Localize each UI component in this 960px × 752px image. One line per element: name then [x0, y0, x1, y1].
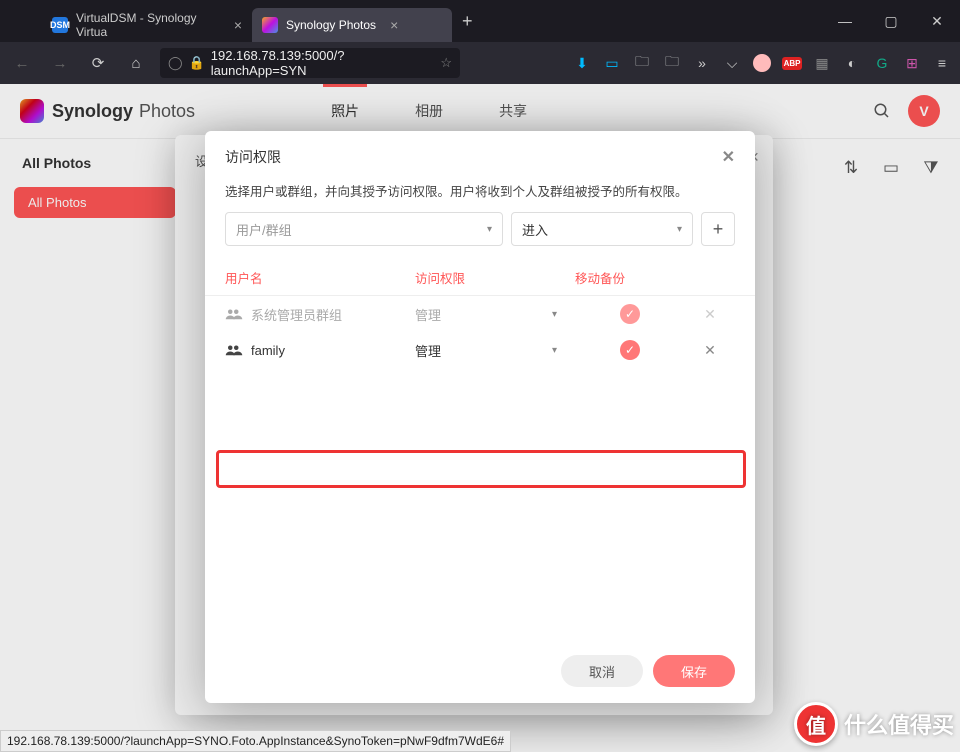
browser-toolbar: ← → ⟳ ⌂ ◯ 🔒 192.168.78.139:5000/?launchA… [0, 42, 960, 84]
backup-check-icon: ✓ [620, 304, 640, 324]
backup-check-icon[interactable]: ✓ [620, 340, 640, 360]
tab-title: VirtualDSM - Synology Virtua [76, 11, 220, 39]
ext-panda-icon[interactable]: ◐ [842, 53, 862, 73]
col-backup: 移动备份 [575, 268, 685, 287]
remove-row-icon[interactable]: ✕ [704, 342, 716, 359]
permission-select[interactable]: 进入 [511, 212, 693, 246]
col-permission: 访问权限 [415, 268, 575, 287]
table-header: 用户名 访问权限 移动备份 [205, 260, 755, 296]
browser-titlebar: DSM VirtualDSM - Synology Virtua × Synol… [0, 0, 960, 42]
ext-folder-icon[interactable]: 🗀 [632, 53, 652, 73]
ext-folder2-icon[interactable]: 🗀 [662, 53, 682, 73]
ext-grid-icon[interactable]: ⊞ [902, 53, 922, 73]
favicon-photos [262, 17, 278, 33]
group-icon [225, 307, 243, 321]
shield-icon: ◯ [168, 55, 183, 71]
tab-virtualdsm[interactable]: DSM VirtualDSM - Synology Virtua × [42, 8, 252, 42]
url-bar[interactable]: ◯ 🔒 192.168.78.139:5000/?launchApp=SYN ☆ [160, 48, 460, 78]
modal-description: 选择用户或群组，并向其授予访问权限。用户将收到个人及群组被授予的所有权限。 [205, 177, 755, 212]
tab-title: Synology Photos [286, 18, 376, 32]
minimize-button[interactable]: — [822, 0, 868, 42]
table-row: 系统管理员群组 管理▾ ✓ ✕ [205, 296, 755, 332]
new-tab-button[interactable]: + [452, 11, 483, 32]
ext-avatar-icon[interactable] [752, 53, 772, 73]
remove-row-icon: ✕ [704, 306, 716, 323]
hamburger-menu-icon[interactable]: ≡ [932, 53, 952, 73]
ext-misc-icon[interactable]: ▦ [812, 53, 832, 73]
group-icon [225, 343, 243, 357]
access-permission-modal: 访问权限 ✕ 选择用户或群组，并向其授予访问权限。用户将收到个人及群组被授予的所… [205, 131, 755, 703]
row-username: 系统管理员群组 [251, 305, 342, 324]
modal-title: 访问权限 [225, 147, 281, 167]
chevron-down-icon: ▾ [552, 309, 557, 320]
tab-close-icon[interactable]: × [234, 17, 242, 33]
user-group-select[interactable]: 用户/群组 [225, 212, 503, 246]
watermark-text: 什么值得买 [844, 708, 954, 740]
save-button[interactable]: 保存 [653, 655, 735, 687]
tab-synology-photos[interactable]: Synology Photos × [252, 8, 452, 42]
overflow-icon[interactable]: » [692, 53, 712, 73]
tab-close-icon[interactable]: × [390, 17, 398, 33]
chevron-down-icon: ▾ [552, 345, 557, 356]
reload-button[interactable]: ⟳ [84, 49, 112, 77]
lock-icon: 🔒 [189, 55, 205, 71]
favicon-dsm: DSM [52, 17, 68, 33]
ext-media-icon[interactable]: ▭ [602, 53, 622, 73]
row-permission-select: 管理▾ [415, 305, 575, 324]
window-controls: — ▢ ✕ [822, 0, 960, 42]
row-username: family [251, 343, 285, 358]
table-row: family 管理▾ ✓ ✕ [205, 332, 755, 368]
ext-g-icon[interactable]: G [872, 53, 892, 73]
home-button[interactable]: ⌂ [122, 49, 150, 77]
cancel-button[interactable]: 取消 [561, 655, 643, 687]
watermark: 值 什么值得买 [794, 702, 954, 746]
status-bar: 192.168.78.139:5000/?launchApp=SYNO.Foto… [0, 730, 511, 752]
add-button[interactable]: + [701, 212, 735, 246]
forward-button[interactable]: → [46, 49, 74, 77]
modal-close-icon[interactable]: ✕ [722, 147, 735, 167]
row-permission-select[interactable]: 管理▾ [415, 341, 575, 360]
download-icon[interactable]: ⬇ [572, 53, 592, 73]
back-button[interactable]: ← [8, 49, 36, 77]
close-window-button[interactable]: ✕ [914, 0, 960, 42]
col-username: 用户名 [225, 268, 415, 287]
bookmark-star-icon[interactable]: ☆ [440, 55, 452, 71]
maximize-button[interactable]: ▢ [868, 0, 914, 42]
url-text: 192.168.78.139:5000/?launchApp=SYN [211, 48, 435, 78]
watermark-badge-icon: 值 [794, 702, 838, 746]
pocket-icon[interactable]: ⌵ [722, 53, 742, 73]
adblock-icon[interactable]: ABP [782, 53, 802, 73]
